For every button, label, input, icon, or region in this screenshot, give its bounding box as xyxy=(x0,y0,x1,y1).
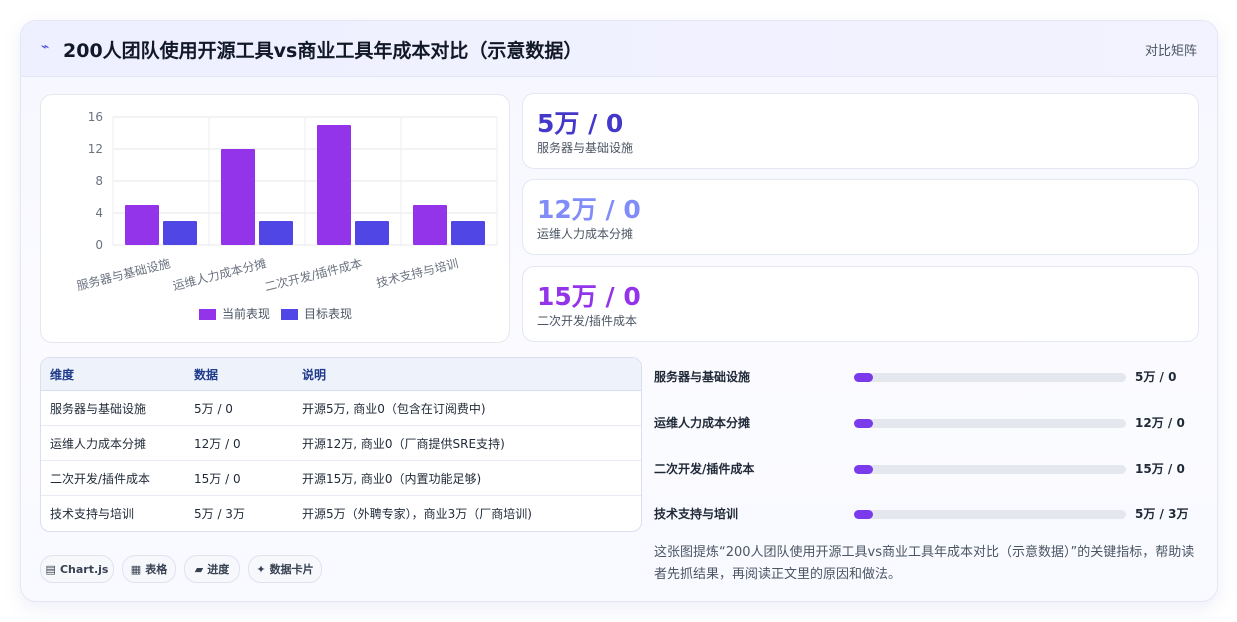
table-row: 二次开发/插件成本 15万 / 0 开源15万, 商业0（内置功能足够) xyxy=(41,460,641,496)
tag-data-card[interactable]: ✦ 数据卡片 xyxy=(248,555,322,583)
view-tag[interactable]: 对比矩阵 xyxy=(1145,40,1197,59)
y-tick-label: 12 xyxy=(88,142,103,156)
y-tick-label: 0 xyxy=(95,238,103,252)
progress-row: 运维人力成本分摊 12万 / 0 xyxy=(654,412,1199,432)
x-tick-label: 服务器与基础设施 xyxy=(75,255,172,293)
column-header: 维度 xyxy=(41,358,185,391)
stat-value: 5万 / 0 xyxy=(537,109,624,138)
report-card: ⌁ 200人团队使用开源工具vs商业工具年成本对比（示意数据） 对比矩阵 0 4 8… xyxy=(20,20,1218,602)
legend-swatch xyxy=(199,309,216,320)
table-cell: 技术支持与培训 xyxy=(50,506,135,521)
progress-track xyxy=(854,465,1126,474)
progress-row: 服务器与基础设施 5万 / 0 xyxy=(654,366,1199,386)
table-header-row: 维度 数据 说明 xyxy=(41,358,641,391)
tag-label: 表格 xyxy=(145,563,168,576)
card-header: ⌁ 200人团队使用开源工具vs商业工具年成本对比（示意数据） 对比矩阵 xyxy=(21,21,1217,77)
table-icon: ▦ xyxy=(130,562,142,576)
legend-label: 当前表现 xyxy=(222,306,270,321)
chart-icon: ▤ xyxy=(45,562,56,576)
table-cell: 服务器与基础设施 xyxy=(41,390,185,426)
y-tick-label: 16 xyxy=(88,110,103,124)
column-header: 数据 xyxy=(185,358,293,391)
tag-table[interactable]: ▦ 表格 xyxy=(122,555,176,583)
bar xyxy=(259,221,293,245)
progress-track xyxy=(854,419,1126,428)
progress-row: 二次开发/插件成本 15万 / 0 xyxy=(654,458,1199,478)
bar xyxy=(125,205,159,245)
bar-chart: 0 4 8 12 16 服务器与基础设施 运维人力成本分摊二次开发/插件成本 技术支持与培训当… xyxy=(75,110,498,321)
y-tick-label: 4 xyxy=(95,206,103,220)
table-row: 技术支持与培训 5万 / 3万 开源5万（外聘专家），商业3万（厂商培训) xyxy=(41,496,641,531)
bar xyxy=(451,221,485,245)
table-cell: 二次开发/插件成本 xyxy=(41,460,185,496)
stat-card-2: 12万 / 0 运维人力成本分摊 xyxy=(522,179,1199,255)
x-tick-label: 技术支持与培训 xyxy=(375,255,460,290)
stat-value: 12万 / 0 xyxy=(537,195,641,224)
progress-value: 15万 / 0 xyxy=(1135,462,1185,476)
stat-label: 二次开发/插件成本 xyxy=(537,314,638,328)
progress-label: 服务器与基础设施 xyxy=(654,370,751,384)
tag-label: 数据卡片 xyxy=(269,563,314,576)
legend-swatch xyxy=(281,309,298,320)
progress-fill xyxy=(854,465,874,474)
y-tick-label: 8 xyxy=(95,174,103,188)
progress-value: 12万 / 0 xyxy=(1135,416,1185,430)
tag-label: 进度 xyxy=(207,563,230,576)
page-title: 200人团队使用开源工具vs商业工具年成本对比（示意数据） xyxy=(63,40,583,62)
table-row: 服务器与基础设施 5万 / 0 开源5万, 商业0（包含在订阅费中) xyxy=(41,390,641,426)
stat-label: 运维人力成本分摊 xyxy=(537,227,634,241)
table-cell: 5万 / 0 xyxy=(185,390,293,426)
stat-card-3: 15万 / 0 二次开发/插件成本 xyxy=(522,266,1199,342)
table-cell: 开源12万, 商业0（厂商提供SRE支持) xyxy=(293,425,641,461)
tag-progress[interactable]: ▰ 进度 xyxy=(184,555,240,583)
progress-label: 二次开发/插件成本 xyxy=(654,462,755,476)
table-row: 运维人力成本分摊 12万 / 0 开源12万, 商业0（厂商提供SRE支持) xyxy=(41,425,641,461)
table-cell: 开源15万, 商业0（内置功能足够) xyxy=(293,460,641,496)
table-cell: 开源5万, 商业0（包含在订阅费中) xyxy=(293,390,641,426)
progress-track xyxy=(854,510,1126,519)
stat-value: 15万 / 0 xyxy=(537,282,641,311)
bar-chart-panel: 0 4 8 12 16 服务器与基础设施 运维人力成本分摊 二次开发/插件成本 技术支持与培训当… xyxy=(40,94,510,343)
bar xyxy=(355,221,389,245)
legend-label: 目标表现 xyxy=(304,307,352,321)
table-cell: 开源5万（外聘专家），商业3万（厂商培训) xyxy=(302,506,532,521)
progress-fill xyxy=(854,510,874,519)
tag-label: Chart.js xyxy=(59,562,109,576)
stat-label: 服务器与基础设施 xyxy=(537,141,634,155)
tag-chartjs[interactable]: ▤ Chart.js xyxy=(40,555,114,583)
bar xyxy=(221,149,255,245)
bar xyxy=(163,221,197,245)
progress-fill xyxy=(854,419,874,428)
table-cell: 5万 / 3万 xyxy=(194,506,245,521)
progress-value: 5万 / 0 xyxy=(1135,370,1177,384)
bar xyxy=(413,205,447,245)
progress-label: 运维人力成本分摊 xyxy=(654,416,751,430)
table-cell: 12万 / 0 xyxy=(185,425,293,461)
progress-track xyxy=(854,373,1126,382)
table-cell: 15万 / 0 xyxy=(185,460,293,496)
sparkle-icon: ✦ xyxy=(256,562,266,576)
table-cell: 运维人力成本分摊 xyxy=(41,425,185,461)
progress-row: 技术支持与培训 5万 / 3万 xyxy=(654,503,1199,523)
progress-icon: ▰ xyxy=(194,562,204,576)
bar xyxy=(317,125,351,245)
column-header: 说明 xyxy=(293,358,641,391)
stat-card-1: 5万 / 0 服务器与基础设施 xyxy=(522,93,1199,169)
summary-note: 这张图提炼“200人团队使用开源工具vs商业工具年成本对比（示意数据）”的关键指… xyxy=(654,545,1195,582)
x-tick-label: 运维人力成本分摊 xyxy=(171,256,268,293)
trend-icon: ⌁ xyxy=(41,39,50,55)
data-table: 维度 数据 说明 服务器与基础设施 5万 / 0 开源5万, 商业0（包含在订阅… xyxy=(40,357,642,532)
progress-label: 技术支持与培训 xyxy=(654,507,739,521)
x-tick-label: 二次开发/插件成本 xyxy=(263,255,364,294)
progress-value: 5万 / 3万 xyxy=(1135,507,1189,521)
progress-fill xyxy=(854,373,874,382)
